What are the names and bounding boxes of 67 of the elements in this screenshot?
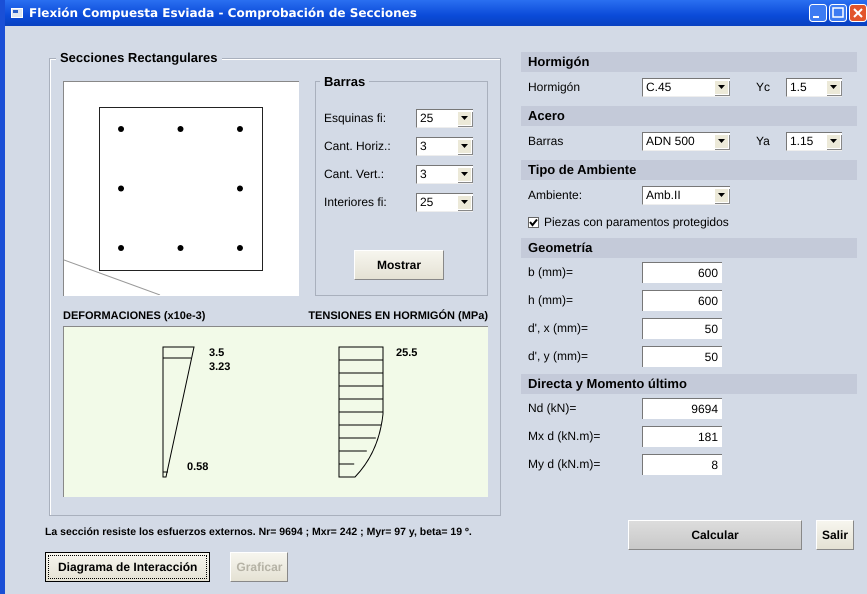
caret-icon <box>461 144 468 148</box>
dropdown[interactable]: C.45 <box>642 78 730 96</box>
dropdown[interactable]: 1.5 <box>786 78 842 96</box>
number-field[interactable]: 600 <box>642 262 722 282</box>
strain-value: 0.58 <box>187 461 208 473</box>
number-field[interactable]: 181 <box>642 426 722 446</box>
result-message: La sección resiste los esfuerzos externos. Nr= 9694 ; Mxr= 242 ; Myr= 97 y, beta= 19 º. <box>45 526 473 538</box>
dropdown[interactable]: 3 <box>416 136 473 156</box>
number-field[interactable]: 50 <box>642 318 722 338</box>
dropdown[interactable]: Amb.II <box>642 186 730 204</box>
caret-icon <box>718 139 725 143</box>
stress-value: 25.5 <box>396 347 418 359</box>
number-field[interactable]: 9694 <box>642 398 722 418</box>
strain-value: 3.5 <box>209 347 224 359</box>
field-label: Yc <box>756 80 772 94</box>
maximize-icon[interactable] <box>829 4 847 22</box>
action-button[interactable]: Calcular <box>628 520 802 550</box>
field-label: Barras <box>528 134 564 148</box>
close-icon[interactable] <box>849 4 867 22</box>
checkmark-icon <box>529 218 538 226</box>
field-label: b (mm)= <box>528 265 574 279</box>
field-label: h (mm)= <box>528 293 574 307</box>
action-button[interactable]: Diagrama de Interacción <box>45 552 210 582</box>
chart-title: DEFORMACIONES (x10e-3) <box>63 310 206 324</box>
checkbox-label: Piezas con paramentos protegidos <box>544 215 729 229</box>
number-field[interactable]: 50 <box>642 346 722 366</box>
caret-icon <box>461 200 468 204</box>
action-button[interactable]: Salir <box>816 520 854 550</box>
number-field[interactable]: 600 <box>642 290 722 310</box>
show-button[interactable]: Mostrar <box>354 250 444 280</box>
group-title: Barras <box>320 74 370 89</box>
window-title: Flexión Compuesta Esviada - Comprobación de Secciones <box>29 6 417 20</box>
caret-icon <box>461 172 468 176</box>
field-label: Nd (kN)= <box>528 401 578 415</box>
dropdown[interactable]: 25 <box>416 192 473 212</box>
field-label: Mx d (kN.m)= <box>528 429 602 443</box>
section-header: Directa y Momento último <box>521 374 857 394</box>
caret-icon <box>718 193 725 197</box>
caret-icon <box>830 85 837 89</box>
field-label: Ambiente: <box>528 188 584 202</box>
field-label: Interiores fi: <box>324 195 388 209</box>
field-label: d', x (mm)= <box>528 321 589 335</box>
field-label: d', y (mm)= <box>528 349 589 363</box>
field-label: My d (kN.m)= <box>528 457 602 471</box>
chart-title: TENSIONES EN HORMIGÓN (MPa) <box>308 310 488 324</box>
field-label: Esquinas fi: <box>324 111 388 125</box>
dropdown[interactable]: 25 <box>416 108 473 128</box>
dropdown[interactable]: 3 <box>416 164 473 184</box>
section-header: Tipo de Ambiente <box>521 160 857 180</box>
strain-value: 3.23 <box>209 361 230 373</box>
section-header: Geometría <box>521 238 857 258</box>
checkbox[interactable] <box>528 216 539 228</box>
section-header: Acero <box>521 106 857 126</box>
dropdown[interactable]: ADN 500 <box>642 132 730 150</box>
number-field[interactable]: 8 <box>642 454 722 474</box>
caret-icon <box>830 139 837 143</box>
caret-icon <box>461 116 468 120</box>
dropdown[interactable]: 1.15 <box>786 132 842 150</box>
section-header: Hormigón <box>521 52 857 72</box>
group-title: Secciones Rectangulares <box>56 50 222 65</box>
window-icon <box>11 8 23 18</box>
field-label: Hormigón <box>528 80 582 94</box>
field-label: Cant. Vert.: <box>324 167 386 181</box>
minimize-icon[interactable] <box>809 4 827 22</box>
caret-icon <box>718 85 725 89</box>
field-label: Cant. Horiz.: <box>324 139 392 153</box>
field-label: Ya <box>756 134 771 148</box>
